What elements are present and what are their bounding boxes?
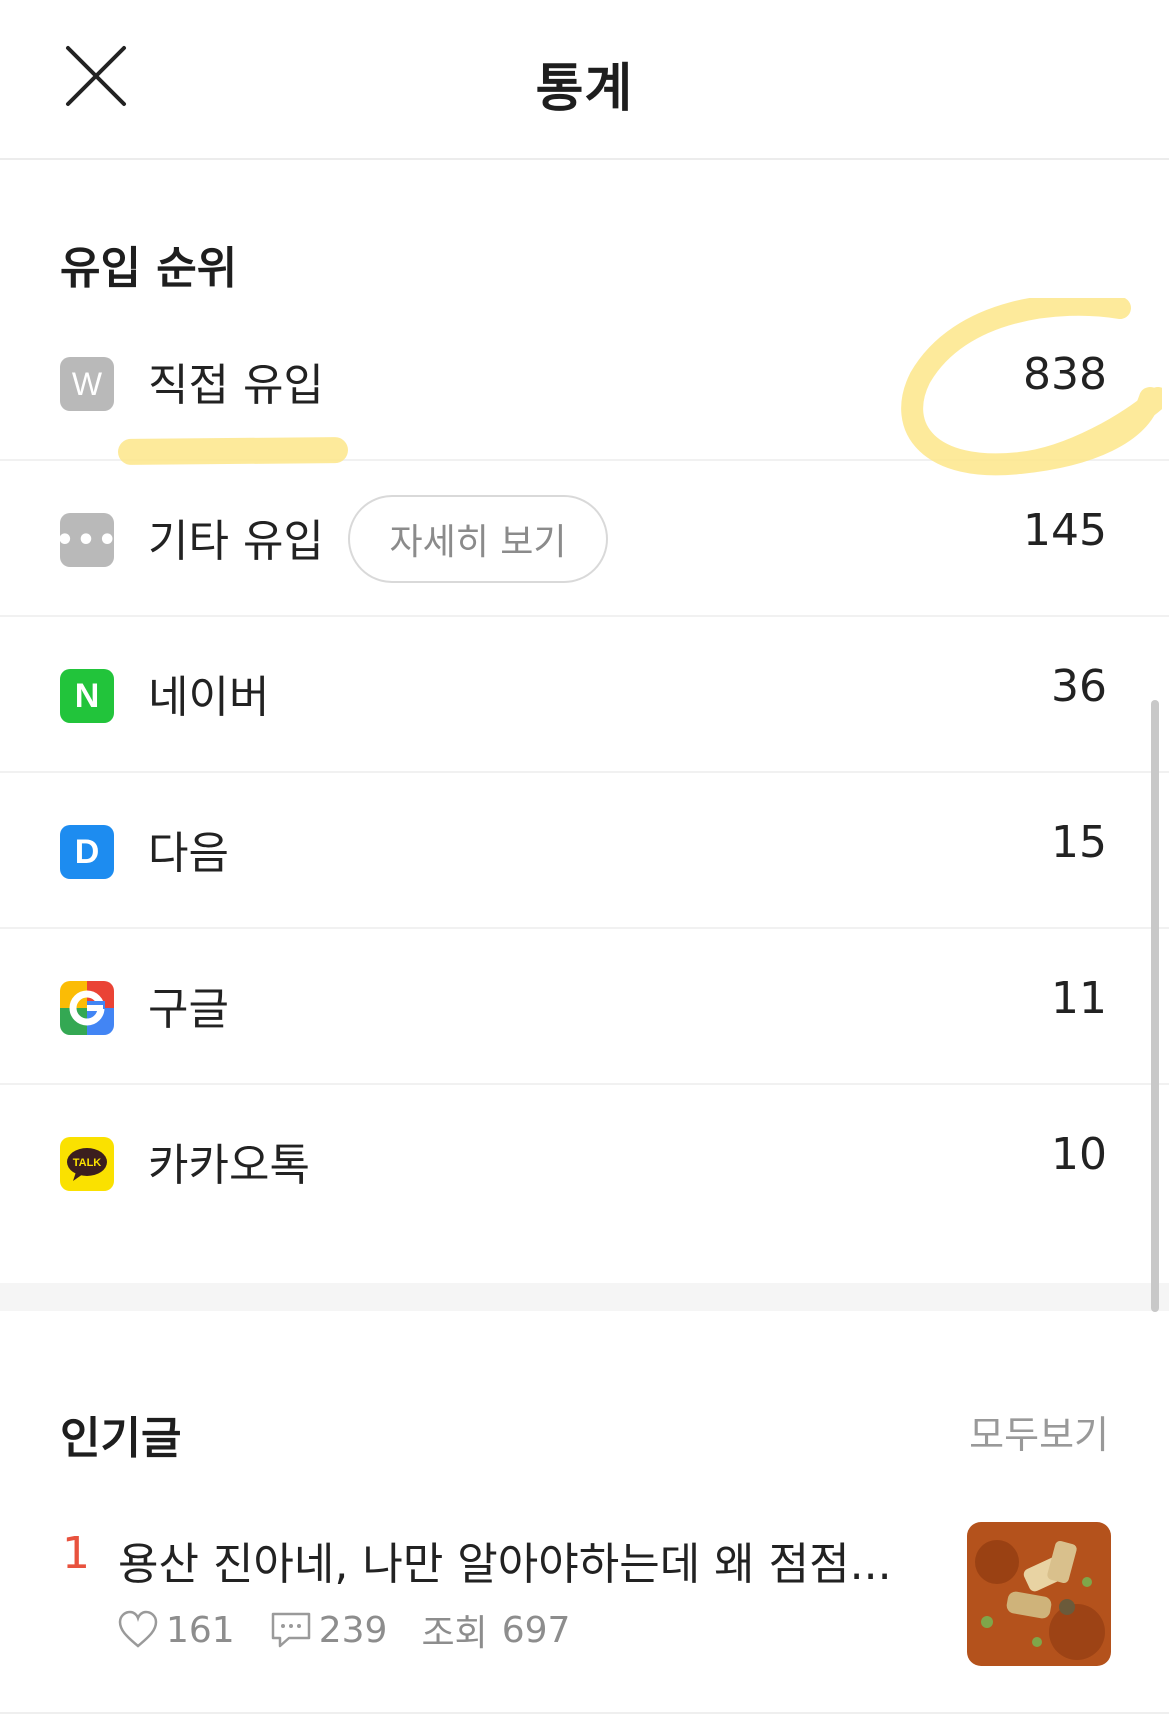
inflow-count: 36 [1051,661,1107,712]
page-title: 통계 [535,59,634,119]
inflow-label: 카카오톡 [148,1140,310,1191]
heart-icon [118,1610,158,1648]
naver-icon: N [60,669,114,723]
inflow-count: 145 [1023,505,1107,556]
google-g-glyph [69,990,105,1026]
like-count: 161 [166,1609,235,1651]
header: 통계 [0,0,1169,160]
direct-w-icon: W [60,357,114,411]
inflow-count: 11 [1051,973,1107,1024]
inflow-label: 다음 [148,828,229,879]
inflow-count: 15 [1051,817,1107,868]
food-photo [967,1522,1111,1666]
daum-icon: D [60,825,114,879]
post-title: 용산 진아네, 나만 알아야하는데 왜 점점... [118,1539,892,1590]
post-meta: 161 239 조회 697 [116,1604,570,1656]
inflow-row-naver[interactable]: N 네이버 36 [0,617,1169,773]
inflow-row-kakaotalk[interactable]: TALK 카카오톡 10 [0,1085,1169,1241]
inflow-label: 네이버 [148,672,270,723]
scrollbar[interactable] [1151,700,1159,1312]
views-label: 조회 [421,1613,488,1654]
inflow-count: 10 [1051,1129,1107,1180]
kakaotalk-icon: TALK [60,1137,114,1191]
highlight-circle [901,298,1162,476]
talk-text: TALK [73,1157,102,1169]
comment-icon [271,1612,310,1648]
inflow-ranking-title: 유입 순위 [60,243,238,294]
inflow-label: 직접 유입 [148,360,324,411]
inflow-label: 기타 유입 [148,516,324,567]
section-divider [0,1283,1169,1311]
post-thumbnail [967,1522,1111,1666]
more-icon: ••• [60,513,114,567]
views-count: 697 [501,1609,571,1651]
google-icon [60,981,114,1035]
talk-bubble-glyph: TALK [67,1148,107,1181]
highlight-underline [117,436,349,466]
list-bottom-divider [0,1712,1169,1714]
post-rank: 1 [62,1528,90,1579]
popular-post-item[interactable]: 1 용산 진아네, 나만 알아야하는데 왜 점점... 161 239 조회 6… [0,1500,1169,1723]
inflow-label: 구글 [148,984,229,1035]
inflow-row-daum[interactable]: D 다음 15 [0,773,1169,929]
see-all-link[interactable]: 모두보기 [969,1404,1109,1459]
inflow-row-google[interactable]: 구글 11 [0,929,1169,1085]
popular-posts-title: 인기글 [60,1413,182,1464]
comment-count: 239 [318,1609,388,1651]
view-details-button[interactable]: 자세히 보기 [348,495,608,583]
statistics-screen: 통계 유입 순위 W 직접 유입 838 ••• 기타 유입 자세히 보기 14… [0,0,1169,1723]
